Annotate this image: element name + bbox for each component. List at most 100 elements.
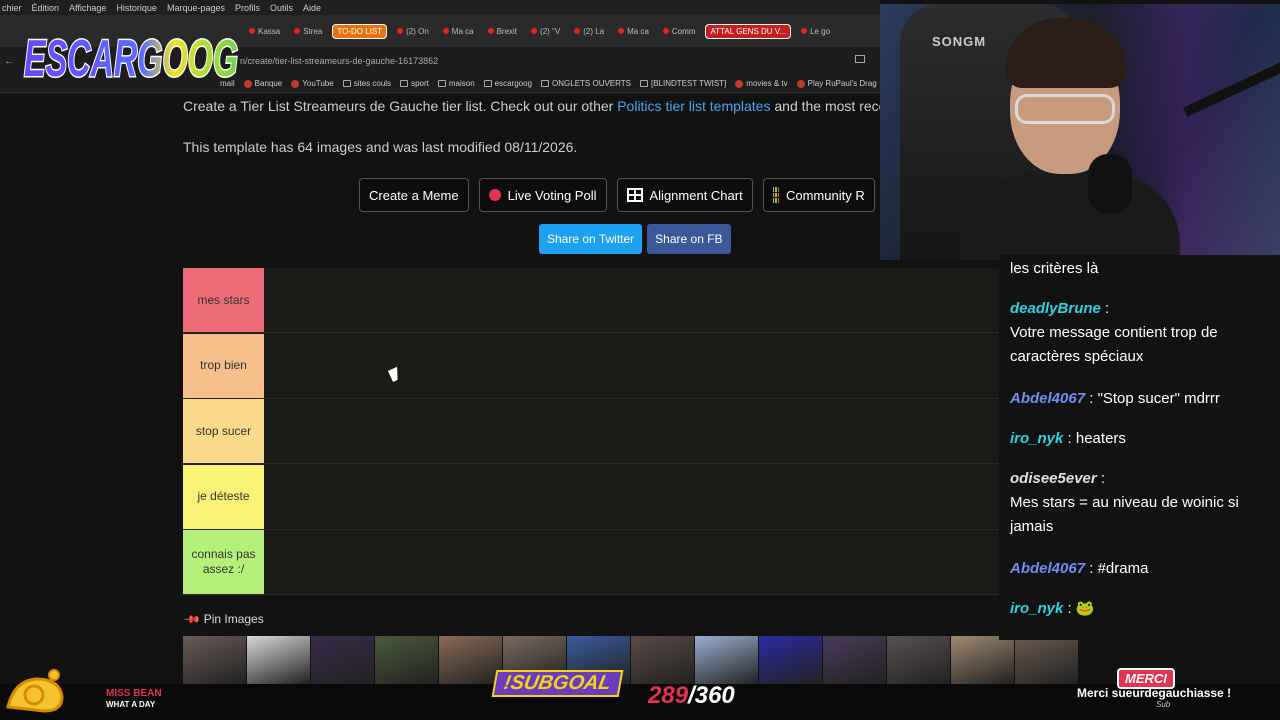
browser-tab[interactable]: Kassa bbox=[245, 25, 284, 38]
browser-tab[interactable]: TO-DO LIST bbox=[332, 23, 388, 39]
streamer-thumbnail[interactable] bbox=[1015, 636, 1078, 684]
streamer-thumbnail[interactable] bbox=[183, 636, 246, 684]
browser-tab[interactable]: (2) "V bbox=[527, 25, 564, 38]
chair-brand: SONGM bbox=[932, 34, 987, 49]
template-meta: This template has 64 images and was last… bbox=[183, 139, 578, 155]
menu-item[interactable]: Profils bbox=[235, 3, 260, 13]
chat-text: les critères là bbox=[1010, 260, 1099, 277]
favicon-icon bbox=[618, 28, 625, 34]
tier-row[interactable]: je déteste bbox=[183, 464, 999, 530]
streamer-thumbnail[interactable] bbox=[247, 636, 310, 684]
chat-username[interactable]: deadlyBrune bbox=[1010, 300, 1101, 317]
tier-label[interactable]: trop bien bbox=[183, 333, 264, 398]
chat-text: 🐸 bbox=[1075, 600, 1095, 617]
tier-label[interactable]: je déteste bbox=[183, 464, 264, 529]
back-arrow-icon[interactable]: ← bbox=[4, 56, 14, 67]
share-buttons: Share on Twitter Share on FB bbox=[539, 224, 731, 254]
streamer-thumbnail[interactable] bbox=[311, 636, 374, 684]
streamer-thumbnail[interactable] bbox=[951, 636, 1014, 684]
bookmark-item[interactable]: [BLINDTEST TWIST] bbox=[640, 79, 726, 88]
streamer-thumbnail[interactable] bbox=[823, 636, 886, 684]
subgoal-badge: !SUBGOAL bbox=[491, 670, 624, 697]
streamer-thumbnail[interactable] bbox=[375, 636, 438, 684]
chat-username[interactable]: odisee5ever bbox=[1010, 470, 1097, 487]
bookmark-item[interactable]: Banque bbox=[243, 79, 282, 88]
tier-list: mes stars trop bien stop sucer je déteste co… bbox=[183, 268, 999, 596]
chat-message: iro_nyk : 🐸 bbox=[1010, 600, 1095, 617]
streamer-thumbnail[interactable] bbox=[759, 636, 822, 684]
streamer-thumbnail[interactable] bbox=[695, 636, 758, 684]
browser-tab[interactable]: Ma ca bbox=[439, 25, 478, 38]
browser-tab[interactable]: ATTAL GENS DU V... bbox=[705, 23, 792, 39]
browser-tab[interactable]: Strea bbox=[290, 25, 326, 38]
bookmark-label: sites couls bbox=[353, 79, 392, 88]
sub-alert-type: Sub bbox=[1156, 700, 1171, 709]
favicon-icon bbox=[801, 28, 808, 34]
community-rankings-button[interactable]: Community R bbox=[762, 178, 875, 212]
menu-item[interactable]: Historique bbox=[116, 3, 157, 13]
streamer-thumbnail[interactable] bbox=[631, 636, 694, 684]
tab-label: Strea bbox=[303, 26, 323, 36]
menu-item[interactable]: Marque-pages bbox=[167, 3, 225, 13]
alignment-chart-button[interactable]: Alignment Chart bbox=[616, 178, 753, 212]
menu-item[interactable]: Outils bbox=[270, 3, 293, 13]
tier-label[interactable]: connais pas assez :/ bbox=[183, 530, 264, 595]
streamer-thumbnail[interactable] bbox=[439, 636, 502, 684]
favicon-icon bbox=[574, 28, 581, 34]
tier-row[interactable]: connais pas assez :/ bbox=[183, 530, 999, 596]
share-facebook-button[interactable]: Share on FB bbox=[647, 224, 731, 254]
miss-bean-title: MISS BEAN bbox=[106, 688, 162, 699]
pin-images-toggle[interactable]: 📌 Pin Images bbox=[182, 610, 263, 628]
tier-label[interactable]: mes stars bbox=[183, 268, 264, 332]
bookmark-label: [BLINDTEST TWIST] bbox=[651, 79, 727, 88]
snail-mascot-icon bbox=[6, 669, 64, 713]
chat-username[interactable]: Abdel4067 bbox=[1010, 390, 1085, 407]
live-voting-poll-button[interactable]: Live Voting Poll bbox=[478, 178, 607, 212]
chat-message: les critères là bbox=[1010, 257, 1272, 281]
bookmark-item[interactable]: sport bbox=[400, 79, 429, 88]
bookmark-icon[interactable] bbox=[855, 55, 865, 63]
menu-item[interactable]: Aide bbox=[303, 3, 321, 13]
chat-message: Abdel4067 : #drama bbox=[1010, 560, 1149, 577]
mosaic-icon bbox=[772, 187, 779, 203]
bookmark-item[interactable]: Play RuPaul's Drag bbox=[796, 79, 877, 88]
sub-alert-text: Merci sueurdegauchiasse ! bbox=[1077, 686, 1232, 700]
browser-tab[interactable]: (2) La bbox=[570, 25, 608, 38]
share-twitter-button[interactable]: Share on Twitter bbox=[539, 224, 643, 254]
tier-row[interactable]: stop sucer bbox=[183, 399, 999, 465]
favicon-icon bbox=[397, 28, 404, 34]
browser-tab[interactable]: Le go bbox=[797, 25, 834, 38]
chat-username[interactable]: Abdel4067 bbox=[1010, 560, 1085, 577]
politics-templates-link[interactable]: Politics tier list templates bbox=[617, 98, 770, 114]
bookmark-item[interactable]: YouTube bbox=[291, 79, 334, 88]
tier-label[interactable]: stop sucer bbox=[183, 399, 264, 464]
favicon-icon bbox=[442, 28, 449, 34]
browser-tab[interactable]: Comm bbox=[659, 25, 700, 38]
browser-tab[interactable]: Brexit bbox=[484, 25, 521, 38]
bookmark-item[interactable]: maison bbox=[437, 79, 475, 88]
chat-username[interactable]: iro_nyk bbox=[1010, 600, 1063, 617]
browser-tab[interactable]: (2) On bbox=[393, 25, 433, 38]
chat-username[interactable]: iro_nyk bbox=[1010, 430, 1063, 447]
grid-icon bbox=[626, 188, 643, 202]
url-text[interactable]: n/create/tier-list-streameurs-de-gauche-… bbox=[240, 56, 438, 66]
create-meme-button[interactable]: Create a Meme bbox=[359, 178, 469, 212]
escargoog-logo: ESCARGOOG bbox=[23, 29, 240, 90]
menu-item[interactable]: chier bbox=[2, 3, 22, 13]
folder-icon bbox=[437, 80, 446, 87]
bookmark-item[interactable]: sites couls bbox=[342, 79, 392, 88]
tab-label: TO-DO LIST bbox=[337, 26, 383, 36]
tier-row[interactable]: mes stars bbox=[183, 268, 999, 333]
bookmark-item[interactable]: escargoog bbox=[483, 79, 532, 88]
browser-tab[interactable]: Ma ca bbox=[614, 25, 653, 38]
menu-item[interactable]: Affichage bbox=[69, 3, 106, 13]
tier-row[interactable]: trop bien bbox=[183, 333, 999, 399]
menu-item[interactable]: Édition bbox=[32, 3, 60, 13]
chat-message: iro_nyk : heaters bbox=[1010, 430, 1126, 447]
chat-message: odisee5ever : Mes stars = au niveau de w… bbox=[1010, 470, 1239, 535]
streamer-thumbnail[interactable] bbox=[887, 636, 950, 684]
sub-counter: 289/360 bbox=[648, 682, 735, 710]
bookmark-item[interactable]: movies & tv bbox=[735, 79, 788, 88]
bookmark-item[interactable]: ONGLETS OUVERTS bbox=[541, 79, 631, 88]
tab-label: Comm bbox=[671, 26, 696, 36]
